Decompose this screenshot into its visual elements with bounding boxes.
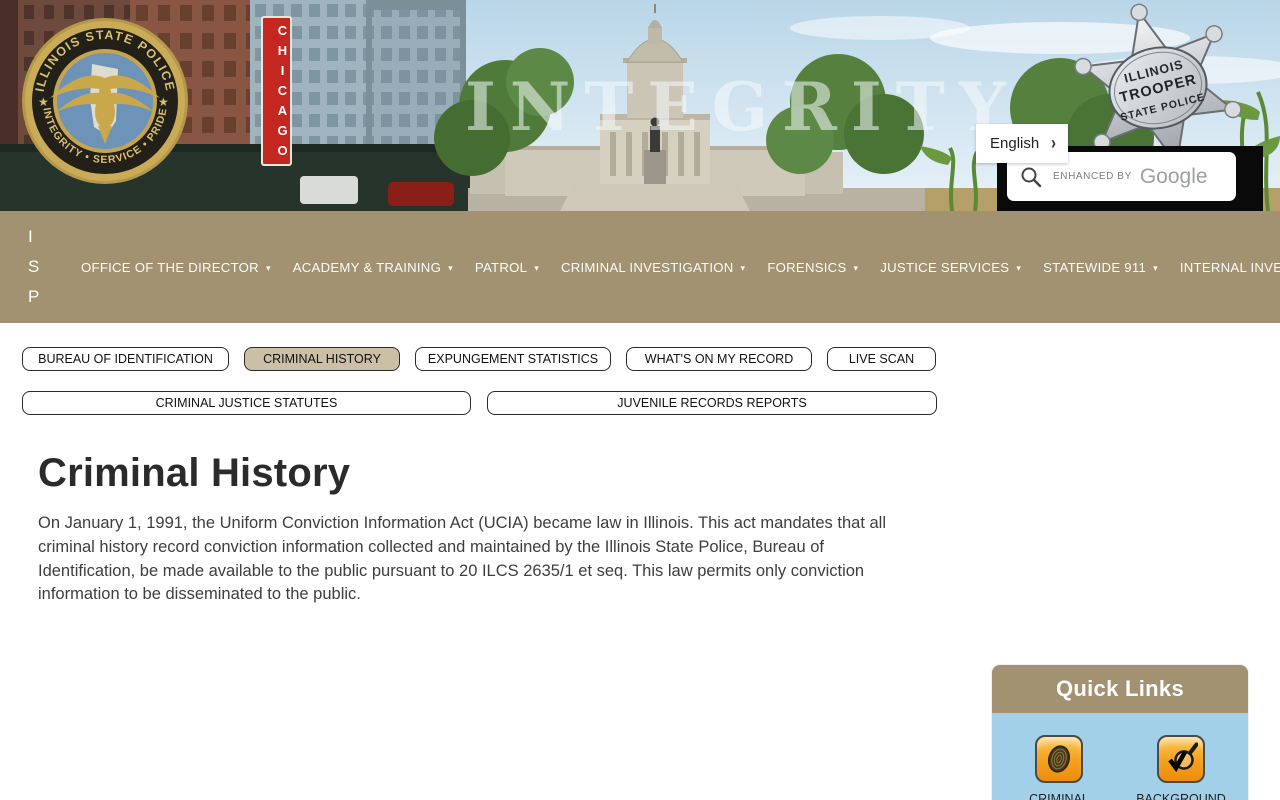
quicklink-label: BACKGROUND CHECK GUIDE — [1125, 791, 1237, 800]
tab-juvenile-records-reports[interactable]: JUVENILE RECORDS REPORTS — [487, 391, 937, 415]
quicklink-label: CRIMINAL HISTORY FEE SCHEDULE — [1003, 791, 1115, 800]
header-photo-collage: ILLINOIS STATE POLICE INTEGRITY • SERVIC… — [0, 0, 1280, 211]
page-body-text: On January 1, 1991, the Uniform Convicti… — [38, 512, 918, 607]
quick-links-panel: Quick Links CRIMINAL HISTORY FEE SCHEDUL… — [992, 665, 1248, 800]
article: Criminal History On January 1, 1991, the… — [38, 451, 918, 607]
main-navbar: I S P OFFICE OF THE DIRECTOR ACADEMY & T… — [0, 211, 1280, 323]
page-content: BUREAU OF IDENTIFICATION CRIMINAL HISTOR… — [0, 323, 1280, 800]
nav-justice-services[interactable]: JUSTICE SERVICES — [869, 252, 1032, 283]
page-title: Criminal History — [38, 451, 918, 496]
magnifier-check-icon — [1157, 735, 1205, 783]
chicago-theatre-sign: CHICAGO — [261, 16, 292, 166]
logo-letter-p: P — [28, 282, 46, 312]
quicklink-background-check-guide[interactable]: BACKGROUND CHECK GUIDE — [1121, 735, 1241, 800]
language-selector[interactable]: English › — [976, 124, 1068, 163]
fingerprint-icon — [1035, 735, 1083, 783]
tab-criminal-justice-statutes[interactable]: CRIMINAL JUSTICE STATUTES — [22, 391, 471, 415]
tab-live-scan[interactable]: LIVE SCAN — [827, 347, 936, 371]
nav-menu: OFFICE OF THE DIRECTOR ACADEMY & TRAININ… — [70, 252, 1280, 283]
quicklink-criminal-history-fee-schedule[interactable]: CRIMINAL HISTORY FEE SCHEDULE — [999, 735, 1119, 800]
nav-academy-training[interactable]: ACADEMY & TRAINING — [282, 252, 464, 283]
isp-logo-link[interactable]: I S P — [28, 222, 46, 311]
tab-bureau-of-identification[interactable]: BUREAU OF IDENTIFICATION — [22, 347, 229, 371]
nav-internal-investigation[interactable]: INTERNAL INVESTIGATION — [1169, 252, 1280, 283]
search-icon — [1019, 165, 1043, 189]
logo-letter-i: I — [28, 222, 46, 252]
isp-seal: ILLINOIS STATE POLICE INTEGRITY • SERVIC… — [22, 18, 188, 184]
nav-patrol[interactable]: PATROL — [464, 252, 550, 283]
nav-criminal-investigation[interactable]: CRIMINAL INVESTIGATION — [550, 252, 756, 283]
section-tabs-row-1: BUREAU OF IDENTIFICATION CRIMINAL HISTOR… — [22, 323, 1280, 371]
chevron-right-icon: › — [1051, 133, 1056, 153]
nav-statewide-911[interactable]: STATEWIDE 911 — [1032, 252, 1169, 283]
svg-text:★: ★ — [158, 95, 169, 109]
logo-letter-s: S — [28, 252, 46, 282]
tab-whats-on-my-record[interactable]: WHAT'S ON MY RECORD — [626, 347, 812, 371]
quick-links-grid: CRIMINAL HISTORY FEE SCHEDULE BACKGROUND… — [992, 713, 1248, 800]
nav-office-of-the-director[interactable]: OFFICE OF THE DIRECTOR — [70, 252, 282, 283]
section-tabs-row-2: CRIMINAL JUSTICE STATUTES JUVENILE RECOR… — [22, 371, 1280, 415]
nav-forensics[interactable]: FORENSICS — [756, 252, 869, 283]
quick-links-title: Quick Links — [992, 665, 1248, 713]
tab-criminal-history[interactable]: CRIMINAL HISTORY — [244, 347, 400, 371]
google-brand-text: Google — [1140, 165, 1208, 189]
tab-expungement-statistics[interactable]: EXPUNGEMENT STATISTICS — [415, 347, 611, 371]
language-label: English — [990, 135, 1039, 152]
svg-text:★: ★ — [38, 95, 49, 109]
search-placeholder-prefix: ENHANCED BY — [1053, 171, 1132, 182]
